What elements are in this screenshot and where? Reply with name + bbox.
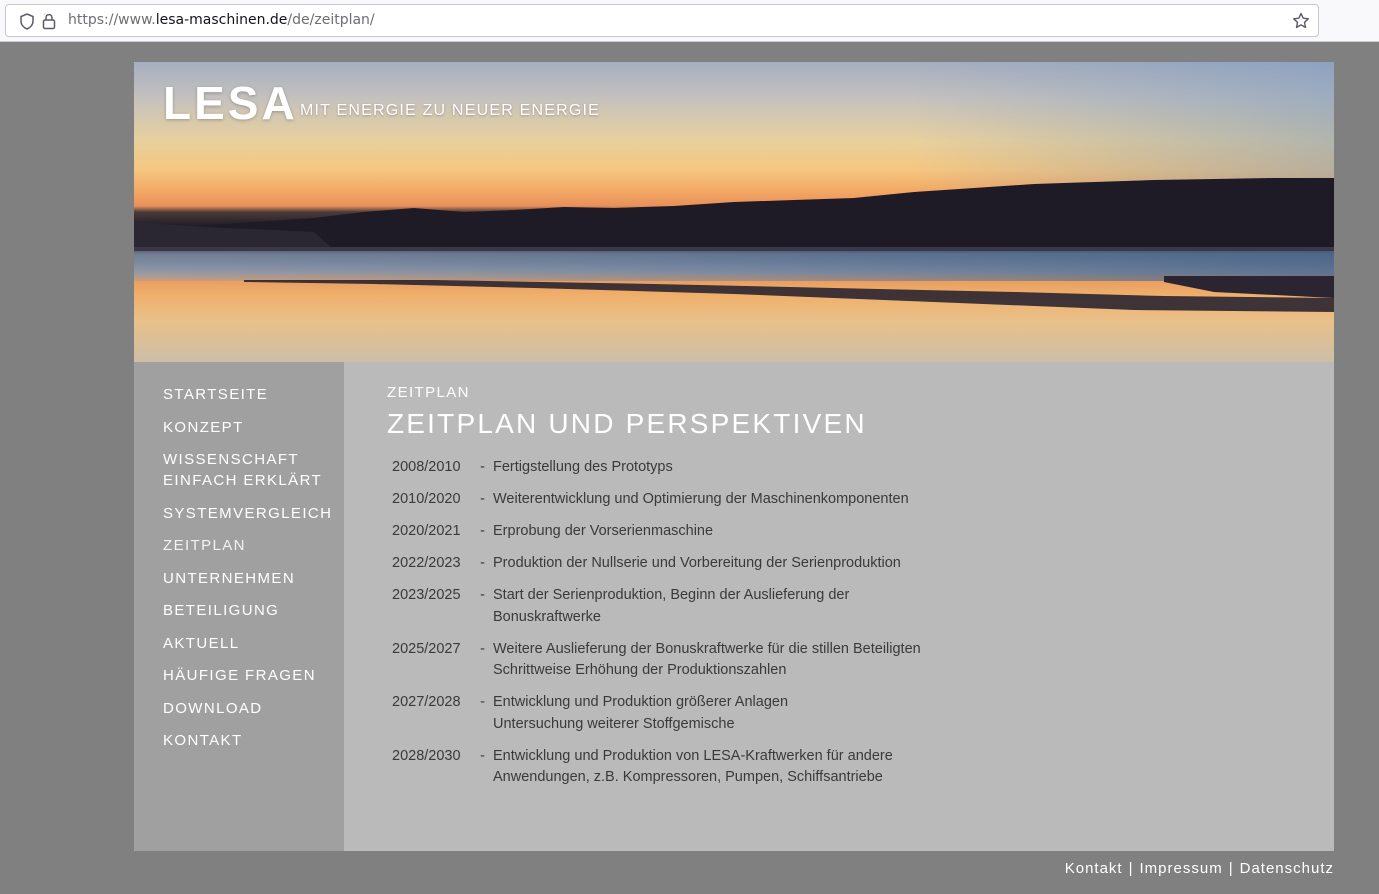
nav-item-kontakt[interactable]: KONTAKT [163, 730, 343, 751]
timeline-description-line: Erprobung der Vorserienmaschine [493, 523, 714, 539]
address-bar[interactable]: https://www.lesa-maschinen.de/de/zeitpla… [5, 4, 1319, 37]
timeline-dash: - [480, 587, 485, 603]
breadcrumb: ZEITPLAN [387, 384, 470, 401]
nav-item-beteiligung[interactable]: BETEILIGUNG [163, 600, 343, 621]
timeline-description-line: Fertigstellung des Prototyps [493, 459, 673, 475]
timeline-row: 2027/2028 - Entwicklung und Produktion grö… [392, 692, 973, 746]
timeline-dash: - [480, 555, 485, 571]
timeline-dash: - [480, 459, 485, 475]
timeline-description-line: Anwendungen, z.B. Kompressoren, Pumpen, … [493, 769, 883, 785]
footer-link-impressum[interactable]: Impressum [1140, 860, 1223, 877]
timeline-description-line: Untersuchung weiterer Stoffgemische [493, 715, 735, 732]
page-container: LESA MIT ENERGIE ZU NEUER ENERGIE STARTS… [134, 62, 1334, 851]
lock-icon[interactable] [42, 13, 56, 34]
nav-item-download[interactable]: DOWNLOAD [163, 698, 343, 719]
timeline-description-line: Entwicklung und Produktion größerer Anla… [493, 694, 789, 710]
footer-link-datenschutz[interactable]: Datenschutz [1240, 860, 1334, 877]
main-content: ZEITPLAN ZEITPLAN UND PERSPEKTIVEN 2008/… [344, 362, 1334, 851]
timeline-row: 2022/2023 - Produktion der Nullserie und V… [392, 553, 973, 585]
timeline-description: Entwicklung und Produktion von LESA-Kraf… [493, 746, 973, 800]
timeline-dash: - [480, 747, 485, 764]
timeline-table: 2008/2010- Fertigstellung des Prototyps 20… [392, 457, 973, 799]
timeline-dash: - [480, 491, 485, 507]
timeline-dash: - [480, 640, 485, 657]
url-text[interactable]: https://www.lesa-maschinen.de/de/zeitpla… [68, 12, 375, 28]
nav-item-konzept[interactable]: KONZEPT [163, 417, 343, 438]
timeline-year: 2008/2010 [392, 459, 461, 475]
timeline-description-line: Produktion der Nullserie und Vorbereitun… [493, 555, 901, 571]
timeline-row: 2020/2021 - Erprobung der Vorserienmaschin… [392, 521, 973, 553]
timeline-year: 2020/2021 [392, 523, 461, 539]
timeline-row: 2008/2010 - Fertigstellung des Prototyps [392, 457, 973, 489]
timeline-row: 2010/2020 - Weiterentwicklung und Optimier… [392, 489, 973, 521]
timeline-description: Erprobung der Vorserienmaschine [493, 521, 973, 553]
timeline-dash: - [480, 694, 485, 710]
timeline-year: 2025/2027 [392, 640, 461, 657]
timeline-year: 2022/2023 [392, 555, 461, 571]
timeline-description: Produktion der Nullserie und Vorbereitun… [493, 553, 973, 585]
timeline-year: 2023/2025 [392, 587, 461, 603]
timeline-year: 2027/2028 [392, 694, 461, 710]
timeline-description: Fertigstellung des Prototyps [493, 457, 973, 489]
timeline-description-line: Start der Serienproduktion, Beginn der A… [493, 587, 850, 603]
timeline-description: Start der Serienproduktion, Beginn der A… [493, 585, 973, 639]
shield-icon[interactable] [19, 13, 35, 34]
footer-separator: | [1228, 860, 1234, 877]
browser-toolbar: https://www.lesa-maschinen.de/de/zeitpla… [0, 0, 1379, 42]
timeline-row: 2028/2030 - Entwicklung und Produktion von… [392, 746, 973, 800]
bookmark-star-icon[interactable] [1292, 12, 1310, 34]
page-title: ZEITPLAN UND PERSPEKTIVEN [387, 408, 867, 439]
nav-item-zeitplan[interactable]: ZEITPLAN [163, 535, 343, 556]
nav-item-startseite[interactable]: STARTSEITE [163, 384, 343, 405]
timeline-description-line: Weitere Auslieferung der Bonuskraftwerke… [493, 640, 921, 657]
timeline-row: 2025/2027 - Weitere Auslieferung der Bonus… [392, 639, 973, 693]
nav-item-systemvergleich[interactable]: SYSTEMVERGLEICH [163, 503, 343, 524]
header-banner: LESA MIT ENERGIE ZU NEUER ENERGIE [134, 62, 1334, 362]
footer-links: Kontakt | Impressum | Datenschutz [1065, 860, 1334, 877]
nav-item-haeufige-fragen[interactable]: HÄUFIGE FRAGEN [163, 665, 343, 686]
timeline-row: 2023/2025 - Start der Serienproduktion, Be… [392, 585, 973, 639]
nav-item-wissenschaft[interactable]: WISSENSCHAFT EINFACH ERKLÄRT [163, 449, 343, 491]
timeline-description-line: Bonuskraftwerke [493, 608, 601, 625]
nav-item-aktuell[interactable]: AKTUELL [163, 633, 343, 654]
timeline-description: Entwicklung und Produktion größerer Anla… [493, 692, 973, 746]
footer-link-kontakt[interactable]: Kontakt [1065, 860, 1123, 877]
main-navigation: STARTSEITE KONZEPT WISSENSCHAFT EINFACH … [163, 384, 343, 763]
footer-separator: | [1128, 860, 1134, 877]
site-tagline: MIT ENERGIE ZU NEUER ENERGIE [300, 102, 601, 119]
nav-item-unternehmen[interactable]: UNTERNEHMEN [163, 568, 343, 589]
timeline-description-line: Schrittweise Erhöhung der Produktionszah… [493, 662, 787, 678]
site-logo[interactable]: LESA [163, 76, 298, 130]
timeline-year: 2028/2030 [392, 747, 461, 764]
timeline-description-line: Weiterentwicklung und Optimierung der Ma… [493, 491, 909, 507]
timeline-description: Weitere Auslieferung der Bonuskraftwerke… [493, 639, 973, 693]
timeline-description: Weiterentwicklung und Optimierung der Ma… [493, 489, 973, 521]
timeline-year: 2010/2020 [392, 491, 461, 507]
timeline-description-line: Entwicklung und Produktion von LESA-Kraf… [493, 747, 893, 764]
sidebar: STARTSEITE KONZEPT WISSENSCHAFT EINFACH … [134, 362, 344, 851]
timeline-dash: - [480, 523, 485, 539]
